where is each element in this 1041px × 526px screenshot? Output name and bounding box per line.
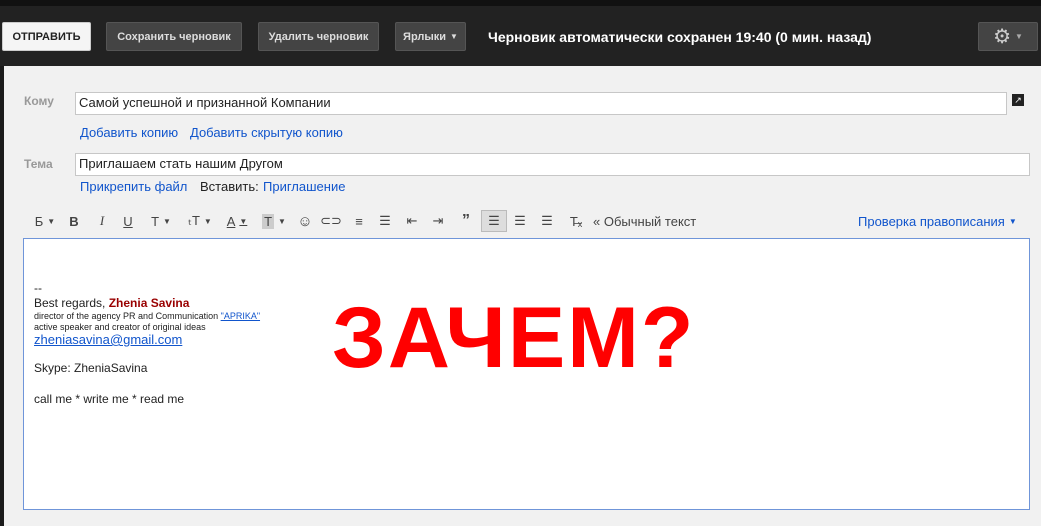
chevron-down-icon: ▼ xyxy=(47,216,56,226)
chevron-down-icon: ▼ xyxy=(1015,32,1023,41)
link-icon[interactable]: ⊂⊃ xyxy=(320,210,342,232)
italic-icon[interactable]: I xyxy=(94,210,110,232)
add-cc-link[interactable]: Добавить копию xyxy=(80,125,178,140)
align-right-icon[interactable]: ☰ xyxy=(538,210,556,232)
signature-dashes: -- xyxy=(34,281,42,295)
remove-formatting-icon[interactable]: T̶ₓ xyxy=(566,210,586,232)
quote-icon[interactable]: ” xyxy=(457,210,475,232)
compose-form: Кому Самой успешной и признанной Компани… xyxy=(4,66,1041,526)
font-family-button[interactable]: Б ▼ xyxy=(28,210,62,232)
overlay-caption: ЗАЧЕМ? xyxy=(332,290,696,386)
spellcheck-label: Проверка правописания xyxy=(858,213,1005,229)
bold-icon[interactable]: B xyxy=(66,210,82,232)
signature-skype: Skype: ZheniaSavina xyxy=(34,361,148,375)
to-field[interactable]: Самой успешной и признанной Компании xyxy=(75,92,1007,115)
signature-regards-line: Best regards, Zhenia Savina xyxy=(34,296,189,310)
chevron-down-icon: ▼ xyxy=(1008,216,1017,226)
labels-label: Ярлыки xyxy=(403,30,447,43)
align-left-icon[interactable]: ☰ xyxy=(481,210,507,232)
delete-draft-button[interactable]: Удалить черновик xyxy=(258,22,379,51)
top-divider xyxy=(0,0,1041,6)
signature-title: director of the agency PR and Communicat… xyxy=(34,311,219,321)
attach-file-link[interactable]: Прикрепить файл xyxy=(80,179,187,194)
emoji-icon[interactable]: ☺ xyxy=(296,210,314,232)
to-label: Кому xyxy=(24,94,54,108)
agency-link[interactable]: "APRIKA" xyxy=(221,311,260,321)
settings-button[interactable]: ⚙ ▼ xyxy=(978,22,1038,51)
font-family-label: Б xyxy=(34,213,44,229)
align-center-icon[interactable]: ☰ xyxy=(511,210,529,232)
email-link[interactable]: zheniasavina@gmail.com xyxy=(34,332,182,347)
underline-icon[interactable]: U xyxy=(120,210,136,232)
signature-speaker: active speaker and creator of original i… xyxy=(34,322,206,332)
text-color-icon[interactable]: A ▼ xyxy=(222,210,252,232)
gear-icon: ⚙ xyxy=(993,26,1011,48)
bulleted-list-icon[interactable]: ☰ xyxy=(376,210,394,232)
indent-more-icon[interactable]: ⇥ xyxy=(429,210,447,232)
labels-button[interactable]: Ярлыки ▼ xyxy=(395,22,466,51)
signature-title-line: director of the agency PR and Communicat… xyxy=(34,311,260,321)
plain-text-link[interactable]: « Обычный текст xyxy=(593,210,703,232)
send-button[interactable]: ОТПРАВИТЬ xyxy=(2,22,91,51)
subject-field[interactable]: Приглашаем стать нашим Другом xyxy=(75,153,1030,176)
save-draft-button[interactable]: Сохранить черновик xyxy=(106,22,242,51)
signature-regards: Best regards, xyxy=(34,296,106,310)
subject-label: Тема xyxy=(24,157,53,171)
signature-name: Zhenia Savina xyxy=(108,296,190,310)
popout-icon[interactable]: ↗ xyxy=(1012,94,1024,106)
draft-status: Черновик автоматически сохранен 19:40 (0… xyxy=(488,29,872,45)
text-size-icon[interactable]: ₜT ▼ xyxy=(184,210,216,232)
font-size-icon[interactable]: T ▼ xyxy=(147,210,175,232)
numbered-list-icon[interactable]: ≡ xyxy=(350,210,368,232)
insert-invitation-link[interactable]: Приглашение xyxy=(263,179,345,194)
signature-tagline: call me * write me * read me xyxy=(34,392,185,406)
highlight-color-icon[interactable]: T ▼ xyxy=(258,210,290,232)
top-toolbar: ОТПРАВИТЬ Сохранить черновик Удалить чер… xyxy=(0,0,1041,66)
insert-label: Вставить: xyxy=(200,179,259,194)
indent-less-icon[interactable]: ⇤ xyxy=(403,210,421,232)
chevron-down-icon: ▼ xyxy=(450,32,458,41)
format-toolbar: Б ▼ B I U T ▼ ₜT ▼ A ▼ T ▼ ☺ ⊂⊃ ≡ ☰ ⇤ ⇥ ” ☰ … xyxy=(4,210,1041,234)
add-bcc-link[interactable]: Добавить скрытую копию xyxy=(190,125,343,140)
message-body-editor[interactable]: -- Best regards, Zhenia Savina director … xyxy=(23,238,1030,510)
spellcheck-button[interactable]: Проверка правописания ▼ xyxy=(858,210,1018,232)
